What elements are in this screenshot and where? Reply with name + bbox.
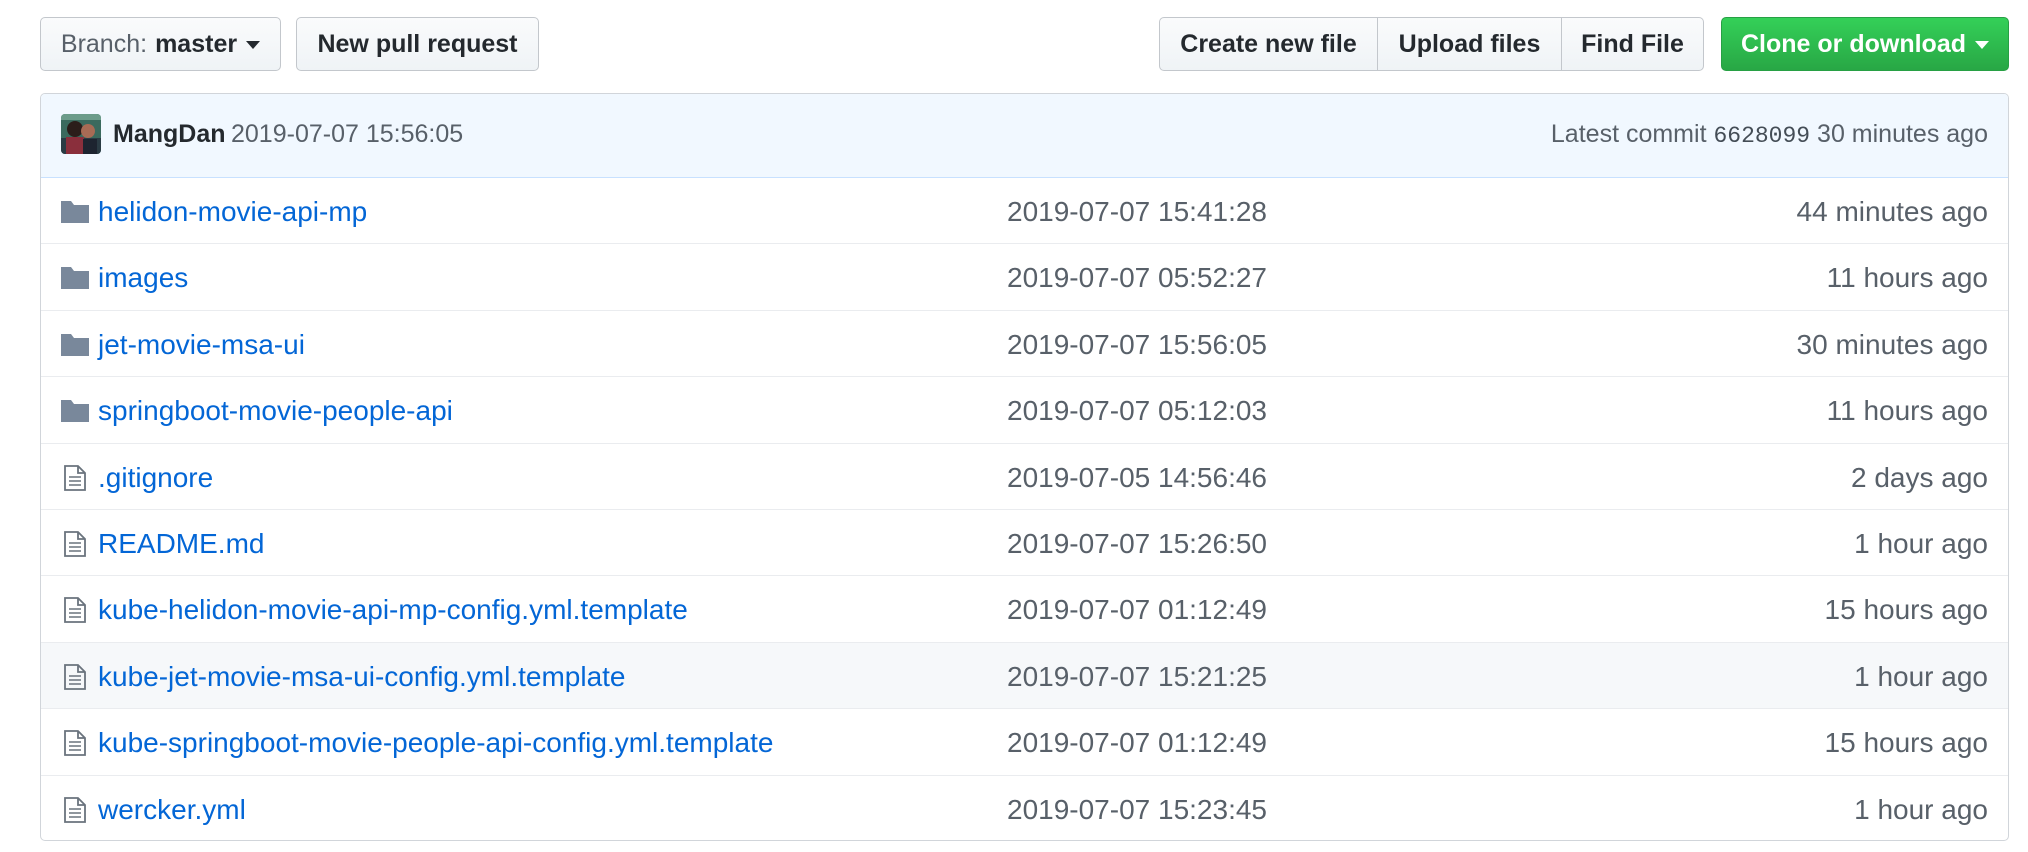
- folder-icon: [60, 265, 90, 291]
- file-icon: [60, 531, 90, 557]
- author-avatar[interactable]: [61, 114, 101, 154]
- new-pull-request-button[interactable]: New pull request: [296, 17, 539, 71]
- file-icon: [60, 597, 90, 624]
- caret-down-icon: [246, 41, 261, 49]
- file-row: images 2019-07-07 05:52:27 11 hours ago: [41, 244, 2008, 311]
- file-commit-message: 2019-07-07 15:26:50: [1007, 527, 1267, 559]
- file-row: kube-jet-movie-msa-ui-config.yml.templat…: [41, 642, 2008, 710]
- latest-commit-label: Latest commit: [1550, 120, 1707, 148]
- commit-age: 30 minutes ago: [1817, 120, 1988, 148]
- file-icon: [60, 730, 90, 757]
- file-name-link[interactable]: springboot-movie-people-api: [98, 395, 453, 427]
- file-name-link[interactable]: README.md: [98, 528, 264, 560]
- file-list-container: MangDan 2019-07-07 15:56:05 Latest commi…: [40, 93, 2009, 841]
- file-icon: [60, 796, 90, 823]
- file-commit-message: 2019-07-07 15:21:25: [1007, 660, 1267, 692]
- folder-icon: [60, 332, 90, 358]
- clone-or-download-label: Clone or download: [1741, 29, 1966, 58]
- file-row: .gitignore 2019-07-05 14:56:46 2 days ag…: [41, 444, 2008, 510]
- file-age: 11 hours ago: [1826, 395, 1988, 427]
- file-row: springboot-movie-people-api 2019-07-07 0…: [41, 377, 2008, 444]
- file-icon: [60, 464, 90, 491]
- folder-icon: [60, 398, 90, 424]
- file-name-link[interactable]: kube-springboot-movie-people-api-config.…: [98, 727, 773, 759]
- file-commit-message: 2019-07-05 14:56:46: [1007, 461, 1267, 493]
- latest-commit-info: Latest commit 6628099 30 minutes ago: [1551, 120, 1988, 149]
- file-commit-message: 2019-07-07 15:56:05: [1007, 328, 1267, 360]
- file-age: 30 minutes ago: [1796, 328, 1988, 360]
- file-commit-message: 2019-07-07 05:52:27: [1007, 262, 1267, 294]
- commit-message: 2019-07-07 15:56:05: [231, 120, 464, 148]
- file-commit-message: 2019-07-07 15:41:28: [1007, 196, 1267, 227]
- file-age: 15 hours ago: [1824, 594, 1988, 626]
- file-age: 1 hour ago: [1854, 660, 1988, 692]
- folder-icon: [60, 199, 90, 225]
- file-commit-message: 2019-07-07 15:23:45: [1007, 793, 1267, 825]
- file-row: README.md 2019-07-07 15:26:50 1 hour ago: [41, 510, 2008, 577]
- file-name-link[interactable]: kube-jet-movie-msa-ui-config.yml.templat…: [98, 661, 626, 693]
- commit-sha-link[interactable]: 6628099: [1713, 123, 1810, 149]
- file-age: 11 hours ago: [1826, 262, 1988, 294]
- caret-down-icon: [1975, 41, 1989, 49]
- commit-author-link[interactable]: MangDan: [113, 120, 226, 149]
- file-row: kube-helidon-movie-api-mp-config.yml.tem…: [41, 576, 2008, 643]
- file-commit-message: 2019-07-07 05:12:03: [1007, 395, 1267, 427]
- file-age: 2 days ago: [1851, 461, 1988, 493]
- file-row: jet-movie-msa-ui 2019-07-07 15:56:05 30 …: [41, 311, 2008, 378]
- commit-tease: MangDan 2019-07-07 15:56:05 Latest commi…: [41, 94, 2008, 178]
- file-icon: [60, 663, 90, 690]
- file-commit-message: 2019-07-07 01:12:49: [1007, 594, 1267, 626]
- clone-or-download-button[interactable]: Clone or download: [1721, 17, 2009, 71]
- branch-prefix-label: Branch:: [60, 29, 148, 58]
- file-name-link[interactable]: images: [98, 262, 188, 294]
- file-name-link[interactable]: jet-movie-msa-ui: [98, 329, 305, 361]
- file-rows: helidon-movie-api-mp 2019-07-07 15:41:28…: [41, 178, 2008, 840]
- file-row: helidon-movie-api-mp 2019-07-07 15:41:28…: [41, 178, 2008, 245]
- repo-toolbar: Branch: master New pull request Create n…: [0, 0, 2028, 90]
- file-name-link[interactable]: kube-helidon-movie-api-mp-config.yml.tem…: [98, 594, 688, 626]
- upload-files-button[interactable]: Upload files: [1378, 17, 1562, 71]
- file-name-link[interactable]: wercker.yml: [98, 794, 246, 826]
- branch-name-label: master: [155, 29, 238, 58]
- file-name-link[interactable]: .gitignore: [98, 462, 213, 494]
- file-age: 15 hours ago: [1824, 727, 1988, 759]
- file-name-link[interactable]: helidon-movie-api-mp: [98, 196, 367, 228]
- create-new-file-button[interactable]: Create new file: [1159, 17, 1378, 71]
- file-row: kube-springboot-movie-people-api-config.…: [41, 709, 2008, 776]
- branch-select-button[interactable]: Branch: master: [40, 17, 281, 71]
- file-row: wercker.yml 2019-07-07 15:23:45 1 hour a…: [41, 776, 2008, 840]
- file-age: 1 hour ago: [1854, 527, 1988, 559]
- file-age: 44 minutes ago: [1796, 196, 1988, 227]
- file-age: 1 hour ago: [1854, 793, 1988, 825]
- file-commit-message: 2019-07-07 01:12:49: [1007, 727, 1267, 759]
- find-file-button[interactable]: Find File: [1562, 17, 1704, 71]
